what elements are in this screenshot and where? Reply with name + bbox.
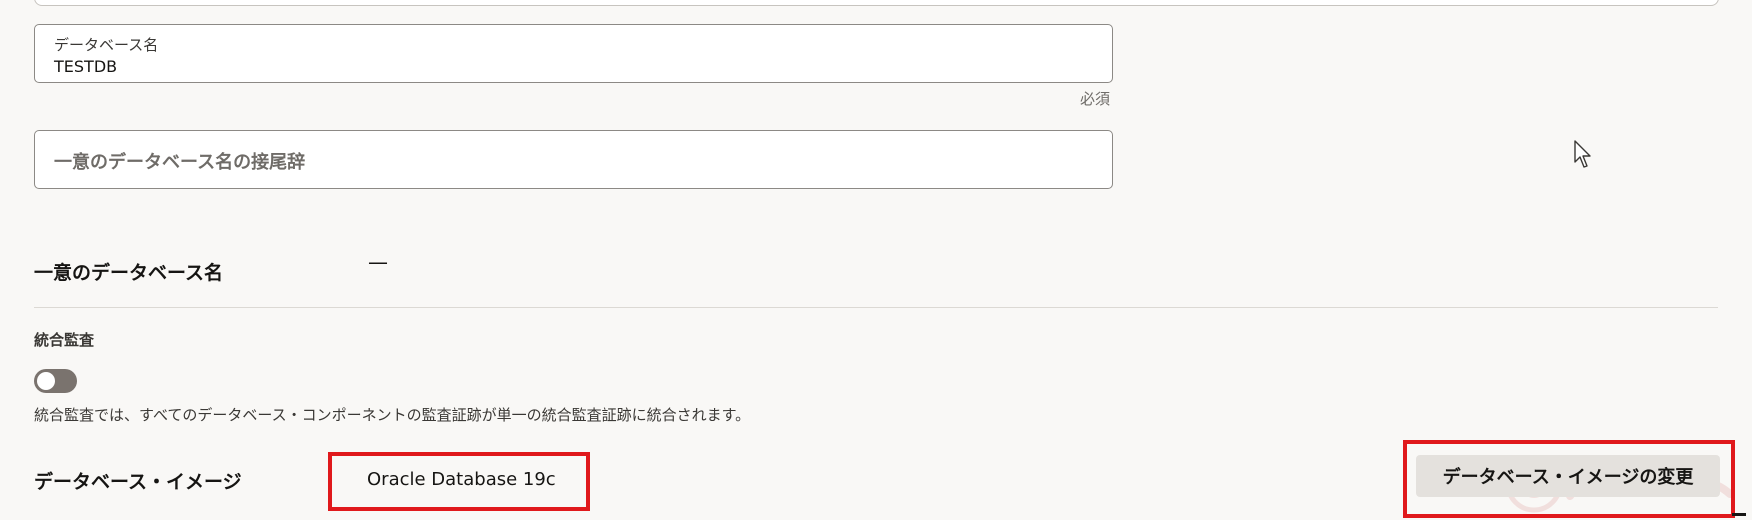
unique-database-name-value: —: [368, 250, 388, 274]
database-name-label: データベース名: [54, 36, 159, 54]
previous-input-field[interactable]: [34, 0, 1719, 6]
unique-name-suffix-placeholder: 一意のデータベース名の接尾辞: [54, 152, 306, 173]
change-button-highlight: [1403, 440, 1735, 518]
unified-audit-toggle[interactable]: [34, 369, 77, 393]
required-note: 必須: [1080, 90, 1111, 108]
toggle-knob: [37, 372, 55, 390]
unique-name-suffix-field[interactable]: 一意のデータベース名の接尾辞: [34, 130, 1113, 189]
database-image-value: Oracle Database 19c: [367, 469, 556, 490]
unique-database-name-label: 一意のデータベース名: [34, 262, 224, 284]
unified-audit-label: 統合監査: [34, 331, 95, 349]
database-image-label: データベース・イメージ: [34, 471, 242, 493]
database-name-field[interactable]: データベース名 TESTDB: [34, 24, 1113, 83]
bottom-edge-mark: [1732, 513, 1746, 516]
section-divider: [34, 307, 1718, 308]
database-name-value: TESTDB: [54, 57, 118, 76]
unified-audit-description: 統合監査では、すべてのデータベース・コンポーネントの監査証跡が単一の統合監査証跡…: [34, 406, 751, 424]
mouse-pointer-icon: [1574, 140, 1594, 174]
